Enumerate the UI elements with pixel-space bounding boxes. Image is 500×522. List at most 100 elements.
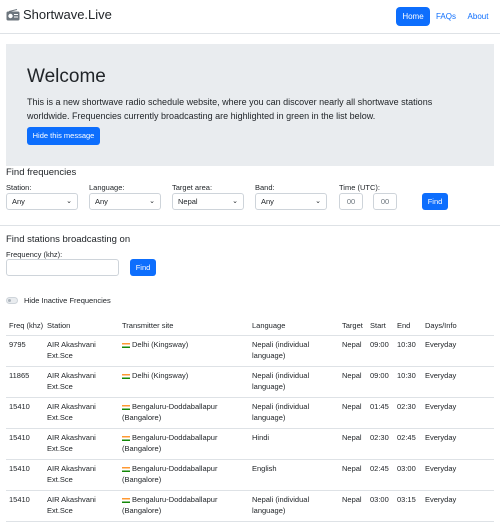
header-days: Days/Info <box>422 311 494 336</box>
cell-start: 02:30 <box>367 428 394 460</box>
find-stations-title: Find stations broadcasting on <box>6 234 131 245</box>
cell-transmitter-text: Bengaluru-Doddaballapur (Bangalore) <box>122 464 218 484</box>
cell-station: AIR Akashvani Ext.Sce <box>44 335 119 367</box>
hide-inactive-toggle[interactable] <box>6 297 18 304</box>
header-start: Start <box>367 311 394 336</box>
target-area-select[interactable]: Nepal ⌄ <box>172 193 244 210</box>
header-station: Station <box>44 311 119 336</box>
hide-inactive-label: Hide Inactive Frequencies <box>24 296 111 305</box>
chevron-down-icon: ⌄ <box>315 198 321 205</box>
header-target: Target <box>339 311 367 336</box>
cell-transmitter: Bengaluru-Doddaballapur (Bangalore) <box>119 428 249 460</box>
frequency-table: Freq (khz) Station Transmitter site Lang… <box>6 311 494 522</box>
table-row[interactable]: 15410 AIR Akashvani Ext.Sce Bengaluru-Do… <box>6 459 494 491</box>
cell-transmitter-text: Bengaluru-Doddaballapur (Bangalore) <box>122 495 218 515</box>
cell-start: 09:00 <box>367 335 394 367</box>
cell-start: 01:45 <box>367 397 394 429</box>
cell-freq: 15410 <box>6 428 44 460</box>
time-minute-input[interactable]: 00 <box>373 193 397 210</box>
cell-end: 10:30 <box>394 366 422 398</box>
cell-station: AIR Akashvani Ext.Sce <box>44 459 119 491</box>
header-transmitter: Transmitter site <box>119 311 249 336</box>
india-flag-icon <box>122 497 130 503</box>
cell-target: Nepal <box>339 490 367 522</box>
table-row[interactable]: 15410 AIR Akashvani Ext.Sce Bengaluru-Do… <box>6 397 494 429</box>
chevron-down-icon: ⌄ <box>149 198 155 205</box>
cell-language: Nepali (individual language) <box>249 335 339 367</box>
divider <box>0 225 500 226</box>
nav-home-button[interactable]: Home <box>396 7 430 26</box>
station-select-value: Any <box>12 197 25 206</box>
frequency-input[interactable] <box>6 259 119 276</box>
station-select[interactable]: Any ⌄ <box>6 193 78 210</box>
cell-days: Everyday <box>422 397 494 429</box>
cell-freq: 15410 <box>6 397 44 429</box>
find-frequencies-button[interactable]: Find <box>422 193 448 210</box>
cell-transmitter-text: Delhi (Kingsway) <box>132 340 189 349</box>
cell-freq: 15410 <box>6 490 44 522</box>
language-label: Language: <box>89 183 125 192</box>
header-language: Language <box>249 311 339 336</box>
cell-station: AIR Akashvani Ext.Sce <box>44 428 119 460</box>
time-hour-input[interactable]: 00 <box>339 193 363 210</box>
cell-language: English <box>249 459 339 491</box>
welcome-jumbotron: Welcome This is a new shortwave radio sc… <box>6 44 494 166</box>
cell-days: Everyday <box>422 428 494 460</box>
language-select-value: Any <box>95 197 108 206</box>
table-header-row: Freq (khz) Station Transmitter site Lang… <box>6 311 494 336</box>
cell-station: AIR Akashvani Ext.Sce <box>44 366 119 398</box>
cell-target: Nepal <box>339 428 367 460</box>
language-select[interactable]: Any ⌄ <box>89 193 161 210</box>
navbar: Shortwave.Live Home FAQs About <box>0 0 500 34</box>
welcome-heading: Welcome <box>27 66 106 87</box>
cell-freq: 11865 <box>6 366 44 398</box>
target-area-select-value: Nepal <box>178 197 198 206</box>
band-select-value: Any <box>261 197 274 206</box>
cell-end: 10:30 <box>394 335 422 367</box>
table-row[interactable]: 11865 AIR Akashvani Ext.Sce Delhi (Kings… <box>6 366 494 398</box>
india-flag-icon <box>122 404 130 410</box>
cell-days: Everyday <box>422 366 494 398</box>
cell-target: Nepal <box>339 335 367 367</box>
cell-target: Nepal <box>339 366 367 398</box>
cell-end: 03:15 <box>394 490 422 522</box>
brand-title: Shortwave.Live <box>23 7 112 22</box>
table-row[interactable]: 9795 AIR Akashvani Ext.Sce Delhi (Kingsw… <box>6 335 494 367</box>
cell-language: Nepali (individual language) <box>249 490 339 522</box>
header-freq: Freq (khz) <box>6 311 44 336</box>
cell-transmitter: Delhi (Kingsway) <box>119 335 249 367</box>
cell-days: Everyday <box>422 335 494 367</box>
radio-icon <box>6 8 20 20</box>
table-row[interactable]: 15410 AIR Akashvani Ext.Sce Bengaluru-Do… <box>6 428 494 460</box>
cell-transmitter: Bengaluru-Doddaballapur (Bangalore) <box>119 397 249 429</box>
find-stations-button[interactable]: Find <box>130 259 156 276</box>
cell-transmitter: Bengaluru-Doddaballapur (Bangalore) <box>119 459 249 491</box>
find-frequencies-title: Find frequencies <box>6 167 77 178</box>
india-flag-icon <box>122 342 130 348</box>
cell-transmitter: Bengaluru-Doddaballapur (Bangalore) <box>119 490 249 522</box>
header-end: End <box>394 311 422 336</box>
cell-language: Nepali (individual language) <box>249 366 339 398</box>
cell-freq: 9795 <box>6 335 44 367</box>
cell-end: 02:45 <box>394 428 422 460</box>
cell-station: AIR Akashvani Ext.Sce <box>44 490 119 522</box>
india-flag-icon <box>122 466 130 472</box>
cell-end: 03:00 <box>394 459 422 491</box>
brand[interactable]: Shortwave.Live <box>6 7 112 22</box>
band-select[interactable]: Any ⌄ <box>255 193 327 210</box>
nav-faqs-link[interactable]: FAQs <box>434 7 458 26</box>
band-label: Band: <box>255 183 275 192</box>
cell-language: Hindi <box>249 428 339 460</box>
table-row[interactable]: 15410 AIR Akashvani Ext.Sce Bengaluru-Do… <box>6 490 494 522</box>
cell-target: Nepal <box>339 397 367 429</box>
cell-days: Everyday <box>422 459 494 491</box>
hide-message-button[interactable]: Hide this message <box>27 127 100 145</box>
nav-about-link[interactable]: About <box>464 7 492 26</box>
chevron-down-icon: ⌄ <box>232 198 238 205</box>
cell-days: Everyday <box>422 490 494 522</box>
india-flag-icon <box>122 435 130 441</box>
cell-language: Nepali (individual language) <box>249 397 339 429</box>
cell-transmitter: Delhi (Kingsway) <box>119 366 249 398</box>
time-label: Time (UTC): <box>339 183 380 192</box>
cell-start: 02:45 <box>367 459 394 491</box>
